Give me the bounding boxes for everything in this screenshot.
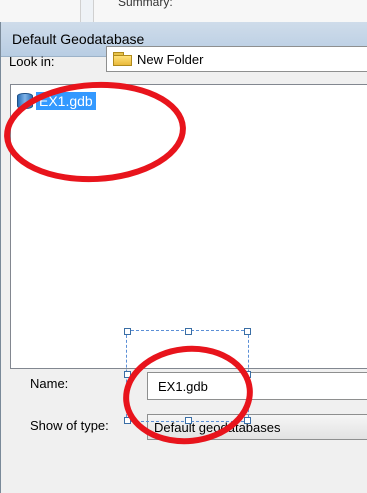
background-window: Summary: [0, 0, 367, 23]
background-summary-label: Summary: [118, 0, 173, 9]
list-item-label: EX1.gdb [36, 92, 96, 110]
background-scroll-strip [80, 0, 94, 22]
folder-icon [113, 52, 133, 66]
show-of-type-label: Show of type: [30, 418, 109, 433]
show-of-type-dropdown[interactable]: Default geodatabases [147, 414, 367, 440]
look-in-value: New Folder [137, 51, 204, 67]
file-list[interactable]: EX1.gdb [10, 84, 367, 369]
name-input[interactable] [147, 372, 367, 400]
look-in-label: Look in: [9, 54, 55, 69]
name-label: Name: [30, 376, 69, 391]
list-item-ex1-gdb[interactable]: EX1.gdb [17, 92, 96, 110]
dialog-title: Default Geodatabase [12, 31, 145, 47]
geodatabase-icon [17, 93, 33, 109]
show-of-type-value: Default geodatabases [154, 419, 281, 435]
look-in-dropdown[interactable]: New Folder [106, 46, 367, 72]
